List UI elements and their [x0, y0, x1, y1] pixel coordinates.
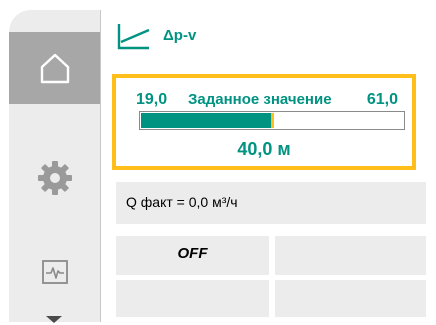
chevron-down-icon[interactable] [46, 316, 62, 323]
flow-rate-text: Q факт = 0,0 м³/ч [126, 194, 238, 210]
setpoint-bar-marker [271, 113, 274, 128]
nav-rail [9, 10, 101, 323]
empty-panel [275, 236, 426, 275]
nav-item-settings[interactable] [9, 140, 100, 216]
empty-panel [275, 280, 426, 317]
setpoint-max: 61,0 [366, 91, 398, 108]
pump-state-panel[interactable]: OFF [116, 236, 269, 275]
header: Δp-v [105, 14, 425, 66]
flow-rate-panel[interactable]: Q факт = 0,0 м³/ч [116, 182, 426, 224]
setpoint-value: 40,0 м [237, 139, 291, 159]
setpoint-min: 19,0 [136, 91, 168, 108]
setpoint-title: Заданное значение [188, 91, 332, 108]
gear-icon [37, 161, 72, 195]
setpoint-bar-fill [141, 113, 272, 128]
setpoint-bar[interactable] [139, 111, 405, 130]
empty-panel [116, 280, 269, 317]
pump-state-text: OFF [177, 245, 208, 262]
control-mode-label: Δp-v [163, 27, 197, 44]
setpoint-editor[interactable]: 19,0 Заданное значение 61,0 40,0 м [112, 74, 416, 170]
nav-item-diagnostics[interactable] [9, 242, 100, 302]
nav-item-home[interactable] [9, 32, 100, 104]
diagnostics-icon [41, 260, 68, 284]
dp-v-curve-icon [117, 24, 150, 50]
pump-display: Δp-v 19,0 Заданное значение 61,0 40,0 м … [0, 0, 436, 325]
home-icon [40, 53, 69, 84]
